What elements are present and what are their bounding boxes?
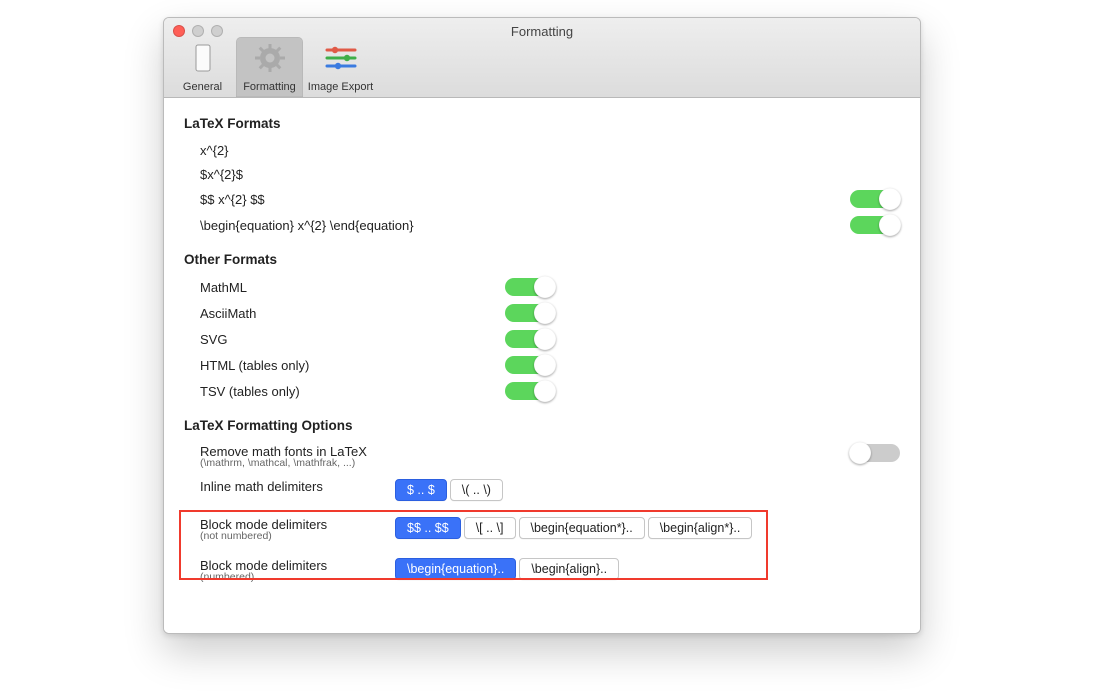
toolbar: General Formatting — [169, 37, 378, 97]
option-row-block-unnumbered: Block mode delimiters (not numbered) $$ … — [184, 513, 900, 548]
toggle-mathml[interactable] — [505, 278, 555, 296]
option-row-block-numbered: Block mode delimiters (numbered) \begin{… — [184, 554, 900, 589]
section-title-latex-options: LaTeX Formatting Options — [184, 418, 900, 433]
format-label: AsciiMath — [200, 306, 256, 321]
format-row: AsciiMath — [184, 300, 900, 326]
format-label: $$ x^{2} $$ — [200, 192, 265, 207]
section-title-other-formats: Other Formats — [184, 252, 900, 267]
format-row: TSV (tables only) — [184, 378, 900, 404]
toggle-display-dollar[interactable] — [850, 190, 900, 208]
segmented-block-numbered: \begin{equation}.. \begin{align}.. — [395, 558, 619, 580]
segmented-block-unnumbered: $$ .. $$ \[ .. \] \begin{equation*}.. \b… — [395, 517, 752, 539]
format-label: $x^{2}$ — [200, 167, 243, 182]
format-row: $$ x^{2} $$ — [184, 186, 900, 212]
seg-block-alignstar[interactable]: \begin{align*}.. — [648, 517, 753, 539]
toolbar-tab-formatting[interactable]: Formatting — [236, 37, 303, 97]
seg-inline-paren[interactable]: \( .. \) — [450, 479, 503, 501]
format-label: HTML (tables only) — [200, 358, 309, 373]
format-label: TSV (tables only) — [200, 384, 300, 399]
sliders-icon — [323, 41, 359, 75]
format-row: MathML — [184, 274, 900, 300]
option-hint: (\mathrm, \mathcal, \mathfrak, ...) — [200, 457, 367, 469]
format-label: SVG — [200, 332, 227, 347]
toggle-svg[interactable] — [505, 330, 555, 348]
option-label: Inline math delimiters — [200, 479, 323, 494]
option-row-inline: Inline math delimiters $ .. $ \( .. \) — [184, 475, 900, 505]
seg-block-eqn[interactable]: \begin{equation}.. — [395, 558, 516, 580]
toolbar-tab-general[interactable]: General — [169, 37, 236, 97]
toggle-asciimath[interactable] — [505, 304, 555, 322]
seg-block-bracket[interactable]: \[ .. \] — [464, 517, 516, 539]
format-label: x^{2} — [200, 143, 229, 158]
toolbar-label: Image Export — [308, 81, 373, 93]
format-row: HTML (tables only) — [184, 352, 900, 378]
toggle-begin-equation[interactable] — [850, 216, 900, 234]
seg-inline-dollar[interactable]: $ .. $ — [395, 479, 447, 501]
seg-block-dollar[interactable]: $$ .. $$ — [395, 517, 461, 539]
format-row: SVG — [184, 326, 900, 352]
format-label: MathML — [200, 280, 247, 295]
section-title-latex-formats: LaTeX Formats — [184, 116, 900, 131]
preferences-window: Formatting General — [163, 17, 921, 634]
seg-block-align[interactable]: \begin{align}.. — [519, 558, 619, 580]
toggle-html-tables[interactable] — [505, 356, 555, 374]
segmented-inline-delims: $ .. $ \( .. \) — [395, 479, 503, 501]
format-row: x^{2} — [184, 138, 900, 162]
toggle-remove-fonts[interactable] — [850, 444, 900, 462]
toolbar-tab-image-export[interactable]: Image Export — [303, 37, 378, 97]
format-label: \begin{equation} x^{2} \end{equation} — [200, 218, 414, 233]
titlebar: Formatting General — [164, 18, 920, 98]
toolbar-label: General — [183, 81, 222, 93]
content-area: LaTeX Formats x^{2} $x^{2}$ $$ x^{2} $$ … — [164, 98, 920, 633]
format-row: \begin{equation} x^{2} \end{equation} — [184, 212, 900, 238]
option-row: Remove math fonts in LaTeX (\mathrm, \ma… — [184, 440, 900, 475]
gear-icon — [252, 41, 288, 75]
toggle-tsv-tables[interactable] — [505, 382, 555, 400]
format-row: $x^{2}$ — [184, 162, 900, 186]
toolbar-label: Formatting — [243, 81, 296, 93]
document-icon — [185, 41, 221, 75]
seg-block-eqnstar[interactable]: \begin{equation*}.. — [519, 517, 645, 539]
